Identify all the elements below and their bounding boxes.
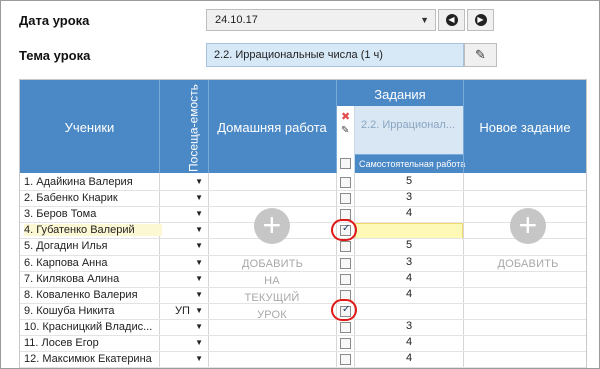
pencil-icon[interactable]: ✎: [341, 125, 349, 136]
grade-cell[interactable]: 3: [355, 320, 463, 332]
student-name: 8. Коваленко Валерия: [24, 288, 138, 301]
task-type: Самостоятельная работа: [355, 154, 465, 173]
student-name: 6. Карпова Анна: [24, 256, 108, 269]
grade-cell[interactable]: 5: [355, 175, 463, 187]
student-name: 2. Бабенко Кнарик: [24, 192, 118, 205]
table-row: 12. Максимюк Екатерина ▼ 4: [20, 352, 586, 368]
lesson-journal-window: Дата урока 24.10.17 ▼ ◀ ▶ Тема урока 2.2…: [0, 0, 600, 369]
student-name: 5. Догадин Илья: [24, 240, 108, 253]
task-tools: ✖ ✎: [337, 106, 355, 173]
divider: [208, 80, 209, 173]
table-row: 2. Бабенко Кнарик ▼ 3: [20, 191, 586, 207]
dropdown-arrow-icon: ▼: [195, 193, 203, 203]
date-value: 24.10.17: [215, 14, 258, 26]
circle-arrow-right-icon: ▶: [474, 14, 487, 26]
grade-cell[interactable]: 4: [355, 352, 463, 364]
student-name: 1. Адайкина Валерия: [24, 176, 133, 188]
dropdown-arrow-icon: ▼: [195, 225, 203, 235]
plus-circle-icon: +: [510, 208, 546, 244]
grades-table: Ученики Посеща-емость Домашняя работа За…: [19, 79, 587, 368]
date-select[interactable]: 24.10.17 ▼: [206, 9, 436, 31]
add-new-task-label: ДОБАВИТЬ: [497, 258, 559, 270]
student-name: 4. Губатенко Валерий: [24, 224, 162, 237]
row-checkbox[interactable]: [340, 273, 351, 285]
grade-cell[interactable]: 3: [355, 191, 463, 203]
header-tasks: Задания: [374, 87, 426, 102]
topic-field[interactable]: 2.2. Иррациональные числа (1 ч): [206, 43, 464, 67]
grade-cell[interactable]: [355, 223, 463, 240]
add-new-task-button[interactable]: + ДОБАВИТЬ: [480, 208, 576, 273]
dropdown-arrow-icon: ▼: [195, 177, 203, 186]
student-name: 12. Максимюк Екатерина: [24, 353, 152, 366]
grade-cell[interactable]: 4: [355, 207, 463, 219]
dropdown-arrow-icon: ▼: [195, 289, 203, 299]
dropdown-arrow-icon: ▼: [195, 209, 203, 219]
row-checkbox[interactable]: [340, 257, 351, 269]
divider: [159, 80, 160, 173]
header-homework: Домашняя работа: [217, 120, 327, 135]
dropdown-arrow-icon: ▼: [420, 15, 429, 25]
dropdown-arrow-icon: ▼: [195, 338, 203, 347]
dropdown-arrow-icon: ▼: [195, 321, 203, 331]
table-header: Ученики Посеща-емость Домашняя работа За…: [20, 80, 586, 173]
row-checkbox[interactable]: [340, 241, 351, 253]
student-name: 11. Лосев Егор: [24, 337, 99, 349]
attendance-value: УП: [175, 304, 190, 317]
grade-cell[interactable]: 4: [355, 288, 463, 300]
select-all-checkbox[interactable]: [340, 158, 351, 169]
dropdown-arrow-icon: ▼: [195, 241, 203, 251]
add-homework-label: ДОБАВИТЬ НА ТЕКУЩИЙ УРОК: [242, 258, 304, 321]
dropdown-arrow-icon: ▼: [195, 273, 203, 283]
row-checkbox[interactable]: [340, 177, 351, 188]
divider: [463, 80, 464, 173]
row-checkbox[interactable]: [340, 354, 351, 366]
next-date-button[interactable]: ▶: [467, 9, 494, 31]
table-row: 11. Лосев Егор ▼ 4: [20, 336, 586, 352]
add-homework-button[interactable]: + ДОБАВИТЬ НА ТЕКУЩИЙ УРОК: [220, 208, 324, 324]
student-name: 3. Беров Тома: [24, 208, 97, 221]
annotation-circle: [331, 219, 357, 241]
student-name: 7. Килякова Алина: [24, 272, 120, 285]
divider: [336, 80, 337, 173]
annotation-circle: [331, 299, 357, 321]
student-name: 9. Кошуба Никита: [24, 304, 115, 317]
task-title[interactable]: 2.2. Иррационал...: [355, 106, 463, 154]
plus-circle-icon: +: [254, 208, 290, 244]
dropdown-arrow-icon: ▼: [195, 257, 203, 267]
header-attendance: Посеща-емость: [186, 84, 201, 172]
header-students: Ученики: [64, 120, 115, 135]
row-checkbox[interactable]: [340, 193, 351, 205]
circle-arrow-left-icon: ◀: [445, 14, 458, 26]
table-row: 1. Адайкина Валерия ▼ 5: [20, 175, 586, 191]
student-name: 10. Красницкий Владис...: [24, 320, 153, 333]
dropdown-arrow-icon: ▼: [195, 305, 203, 315]
dropdown-arrow-icon: ▼: [195, 354, 203, 364]
topic-label: Тема урока: [19, 48, 91, 63]
row-checkbox[interactable]: [340, 321, 351, 333]
header-new-task: Новое задание: [479, 120, 571, 135]
prev-date-button[interactable]: ◀: [438, 9, 465, 31]
grade-cell[interactable]: 4: [355, 336, 463, 348]
edit-topic-button[interactable]: ✎: [464, 43, 497, 67]
grade-cell[interactable]: 5: [355, 239, 463, 251]
date-label: Дата урока: [19, 13, 90, 28]
row-divider: [20, 367, 586, 368]
pencil-icon: ✎: [475, 47, 486, 62]
grade-cell[interactable]: 3: [355, 256, 463, 268]
close-icon[interactable]: ✖: [341, 110, 350, 123]
row-checkbox[interactable]: [340, 338, 351, 349]
grade-cell[interactable]: 4: [355, 272, 463, 284]
